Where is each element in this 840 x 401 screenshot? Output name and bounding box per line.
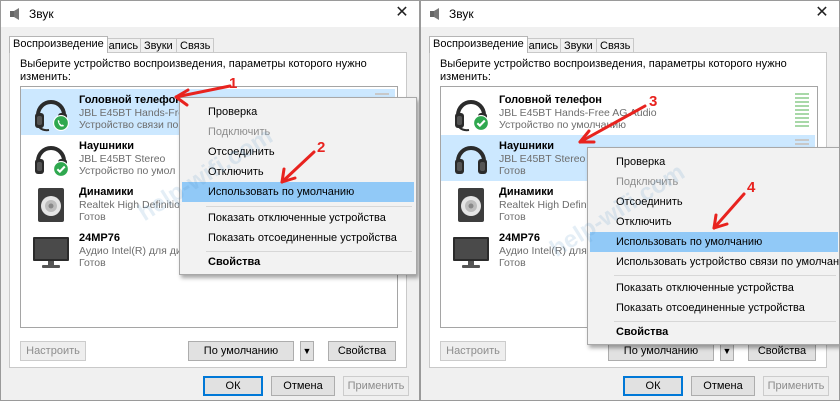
menu-separator: [206, 206, 412, 207]
menu-separator: [614, 275, 836, 276]
device-status: Готов: [499, 257, 526, 269]
menu-item-disable[interactable]: Отключить: [182, 162, 414, 182]
check-badge-icon: [53, 161, 69, 177]
tab-communications[interactable]: Связь: [596, 38, 635, 53]
device-desc: JBL E45BT Hands-Free AG Audio: [499, 107, 657, 119]
device-desc: Realtek High Definit: [499, 199, 592, 211]
device-name: Динамики: [79, 186, 134, 198]
configure-button[interactable]: Настроить: [20, 341, 86, 361]
callout-number: 4: [747, 179, 756, 196]
callout-number: 3: [649, 93, 658, 110]
device-item-headset[interactable]: Головной телефон JBL E45BT Hands-Free AG…: [441, 89, 815, 135]
instruction-text: Выберите устройство воспроизведения, пар…: [440, 58, 787, 83]
close-button[interactable]: ✕: [807, 1, 837, 25]
device-name: Динамики: [499, 186, 554, 198]
title-bar: Звук ✕: [1, 1, 419, 27]
cancel-button[interactable]: Отмена: [691, 376, 755, 396]
device-status: Готов: [499, 165, 526, 177]
device-status: Готов: [79, 257, 106, 269]
device-desc: JBL E45BT Stereo: [499, 153, 586, 165]
ok-button[interactable]: ОК: [203, 376, 263, 396]
volume-meter: [795, 93, 809, 131]
menu-item-properties[interactable]: Свойства: [590, 322, 838, 342]
menu-item-show-disconnected[interactable]: Показать отсоединенные устройства: [182, 228, 414, 248]
speaker-icon: [451, 185, 491, 225]
tab-sounds[interactable]: Звуки: [560, 38, 597, 53]
speaker-icon: [429, 7, 443, 21]
context-menu: Проверка Подключить Отсоединить Отключит…: [179, 97, 417, 275]
device-desc: JBL E45BT Hands-Free: [79, 107, 190, 119]
monitor-icon: [31, 231, 71, 271]
device-desc: JBL E45BT Stereo: [79, 153, 166, 165]
menu-item-test[interactable]: Проверка: [182, 102, 414, 122]
device-name: 24MP76: [499, 232, 540, 244]
monitor-icon: [451, 231, 491, 271]
chevron-down-icon: ▼: [722, 346, 732, 356]
configure-button[interactable]: Настроить: [440, 341, 506, 361]
menu-item-properties[interactable]: Свойства: [182, 252, 414, 272]
headphones-icon: [451, 139, 491, 179]
menu-item-disconnect[interactable]: Отсоединить: [590, 192, 838, 212]
sound-dialog-2: Звук ✕ Воспроизведение Запись Звуки Связ…: [420, 0, 840, 401]
phone-badge-icon: [53, 115, 69, 131]
device-name: Головной телефон: [499, 94, 602, 106]
window-title: Звук: [449, 7, 474, 21]
menu-item-show-disconnected[interactable]: Показать отсоединенные устройства: [590, 298, 838, 318]
properties-button[interactable]: Свойства: [328, 341, 396, 361]
menu-item-set-default[interactable]: Использовать по умолчанию: [590, 232, 838, 252]
apply-button[interactable]: Применить: [763, 376, 829, 396]
device-desc: Realtek High Definitio: [79, 199, 180, 211]
menu-item-set-default[interactable]: Использовать по умолчанию: [182, 182, 414, 202]
device-status: Устройство по умолчанию: [499, 119, 626, 131]
window-title: Звук: [29, 7, 54, 21]
tab-communications[interactable]: Связь: [176, 38, 215, 53]
device-name: 24MP76: [79, 232, 120, 244]
device-status: Устройство связи по: [79, 119, 179, 131]
callout-number: 1: [229, 75, 238, 92]
close-icon: ✕: [395, 4, 409, 21]
device-name: Головной телефон: [79, 94, 182, 106]
device-desc: Аудио Intel(R) для дис: [79, 245, 187, 257]
device-status: Готов: [499, 211, 526, 223]
callout-number: 2: [317, 139, 326, 156]
set-default-dropdown[interactable]: ▼: [300, 341, 314, 361]
device-status: Готов: [79, 211, 106, 223]
menu-item-test[interactable]: Проверка: [590, 152, 838, 172]
device-status: Устройство по умол: [79, 165, 176, 177]
menu-item-connect[interactable]: Подключить: [590, 172, 838, 192]
menu-item-show-disabled[interactable]: Показать отключенные устройства: [590, 278, 838, 298]
menu-item-set-default-communication[interactable]: Использовать устройство связи по умолчан…: [590, 252, 839, 272]
menu-item-connect[interactable]: Подключить: [182, 122, 414, 142]
speaker-icon: [9, 7, 23, 21]
set-default-button[interactable]: По умолчанию: [188, 341, 294, 361]
close-icon: ✕: [815, 4, 829, 21]
device-name: Наушники: [79, 140, 135, 152]
menu-item-show-disabled[interactable]: Показать отключенные устройства: [182, 208, 414, 228]
ok-button[interactable]: ОК: [623, 376, 683, 396]
sound-dialog-1: Звук ✕ Воспроизведение Запись Звуки Связ…: [0, 0, 420, 401]
chevron-down-icon: ▼: [302, 346, 312, 356]
speaker-icon: [31, 185, 71, 225]
check-badge-icon: [473, 115, 489, 131]
cancel-button[interactable]: Отмена: [271, 376, 335, 396]
tab-sounds[interactable]: Звуки: [140, 38, 177, 53]
title-bar: Звук ✕: [421, 1, 839, 27]
close-button[interactable]: ✕: [387, 1, 417, 25]
tab-playback[interactable]: Воспроизведение: [9, 36, 108, 53]
menu-item-disable[interactable]: Отключить: [590, 212, 838, 232]
device-desc: Аудио Intel(R) для д: [499, 245, 596, 257]
instruction-text: Выберите устройство воспроизведения, пар…: [20, 58, 367, 83]
context-menu: Проверка Подключить Отсоединить Отключит…: [587, 147, 839, 345]
menu-item-disconnect[interactable]: Отсоединить: [182, 142, 414, 162]
device-name: Наушники: [499, 140, 555, 152]
apply-button[interactable]: Применить: [343, 376, 409, 396]
tab-playback[interactable]: Воспроизведение: [429, 36, 528, 53]
